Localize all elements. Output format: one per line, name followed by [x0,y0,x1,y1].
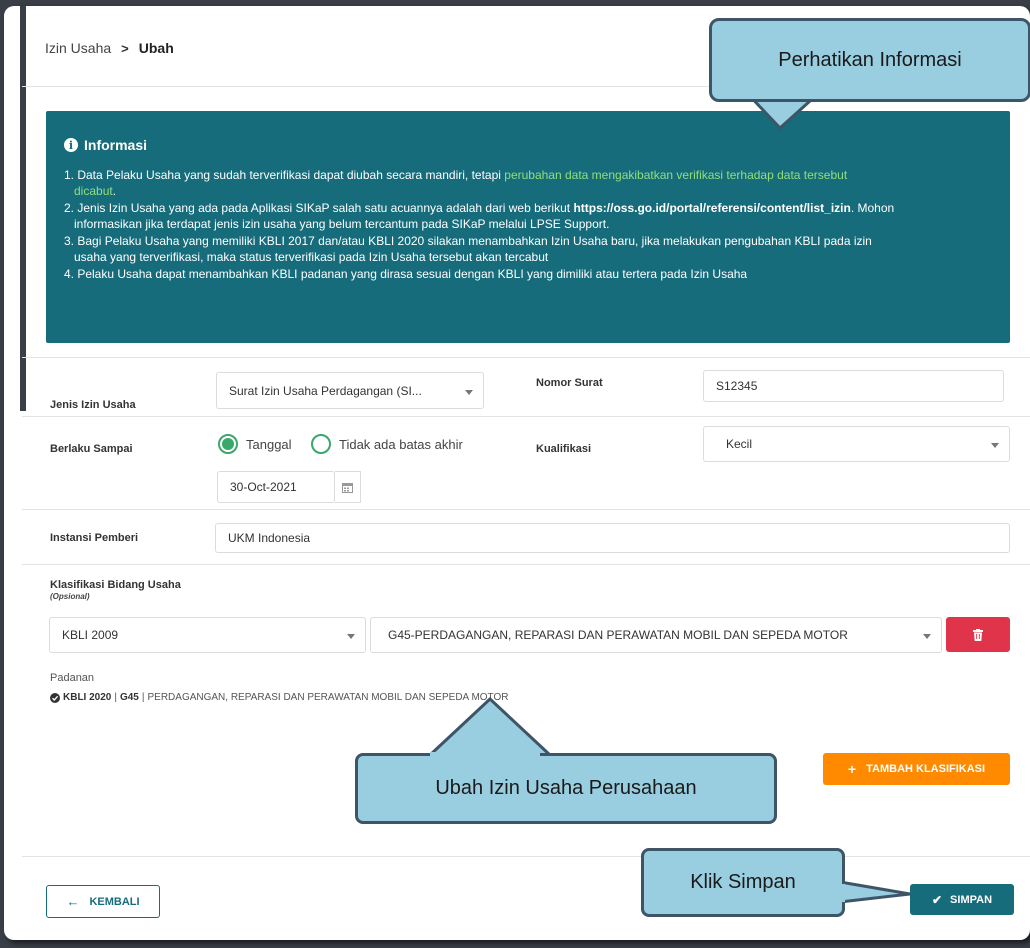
divider [22,416,1030,417]
klasifikasi-label: Klasifikasi Bidang Usaha [50,579,181,591]
radio-tanggal[interactable]: Tanggal [218,434,292,454]
info-title-text: Informasi [84,137,148,153]
instansi-input[interactable]: UKM Indonesia [215,523,1010,553]
breadcrumb-separator-icon: > [121,40,129,56]
callout-save-tail-cover [839,884,845,902]
check-circle-icon [50,692,60,703]
jenis-izin-select[interactable]: Surat Izin Usaha Perdagangan (SI... [216,372,484,409]
callout-klik-simpan: Klik Simpan [641,848,845,917]
info-item-4: 4. Pelaku Usaha dapat menambahkan KBLI p… [64,266,992,282]
kualifikasi-select[interactable]: Kecil [703,426,1010,462]
breadcrumb: Izin Usaha > Ubah [45,40,174,56]
kembali-label: KEMBALI [89,895,140,908]
chevron-down-icon [347,634,355,639]
nomor-surat-value: S12345 [716,379,758,393]
kbli-version-value: KBLI 2009 [62,628,119,642]
radio-tanggal-label: Tanggal [246,436,292,452]
kbli-code-select[interactable]: G45-PERDAGANGAN, REPARASI DAN PERAWATAN … [370,617,942,653]
info-item-1-end: . [112,184,117,198]
info-item-4-text: 4. Pelaku Usaha dapat menambahkan KBLI p… [64,267,748,281]
kualifikasi-label: Kualifikasi [536,443,592,455]
radio-tidak-ada-batas[interactable]: Tidak ada batas akhir [311,434,463,454]
callout-save-text: Klik Simpan [690,871,796,893]
kbli-code-value: G45-PERDAGANGAN, REPARASI DAN PERAWATAN … [388,628,848,642]
jenis-izin-label: Jenis Izin Usaha [50,399,136,411]
callout-perhatikan-informasi: Perhatikan Informasi [709,18,1030,102]
chevron-down-icon [923,634,931,639]
radio-unselected-icon [311,434,331,454]
trash-icon [973,628,983,641]
breadcrumb-current: Ubah [138,40,174,56]
padanan-label: Padanan [50,672,95,684]
instansi-label: Instansi Pemberi [50,532,139,544]
chevron-down-icon [465,390,473,395]
radio-selected-icon [218,434,238,454]
divider [22,564,1030,565]
info-item-2-text-c: informasikan jika terdapat jenis izin us… [74,217,610,231]
info-list: 1. Data Pelaku Usaha yang sudah terverif… [64,167,992,282]
callout-edit-tail [426,697,554,757]
kbli-version-select[interactable]: KBLI 2009 [49,617,366,653]
arrow-left-icon: ← [66,894,80,909]
tanggal-value: 30-Oct-2021 [230,480,297,494]
info-item-2-link[interactable]: https://oss.go.id/portal/referensi/conte… [573,201,850,215]
nomor-surat-input[interactable]: S12345 [703,370,1004,402]
simpan-button[interactable]: ✔ SIMPAN [910,884,1014,915]
callout-edit-tail-cover [430,752,540,758]
plus-icon: + [847,761,857,777]
klasifikasi-optional: (Opsional) [50,592,90,601]
info-item-1: 1. Data Pelaku Usaha yang sudah terverif… [64,167,992,199]
padanan-separator: | [114,692,117,703]
callout-edit-text: Ubah Izin Usaha Perusahaan [435,777,697,799]
divider [22,856,1030,857]
left-accent-bar [20,6,26,411]
info-item-3: 3. Bagi Pelaku Usaha yang memiliki KBLI … [64,233,992,265]
divider [22,357,1030,358]
info-box: i Informasi 1. Data Pelaku Usaha yang su… [46,111,1010,343]
callout-info-text: Perhatikan Informasi [778,48,962,71]
breadcrumb-parent[interactable]: Izin Usaha [45,40,111,56]
berlaku-label: Berlaku Sampai [50,443,133,455]
calendar-icon[interactable] [335,471,361,503]
info-icon: i [64,138,78,152]
jenis-izin-value: Surat Izin Usaha Perdagangan (SI... [229,383,422,398]
callout-save-tail [840,880,911,904]
chevron-down-icon [991,443,999,448]
nomor-surat-label: Nomor Surat [536,377,603,389]
padanan-version: KBLI 2020 [63,692,112,703]
info-item-3-text-b: usaha yang terverifikasi, maka status te… [74,250,549,264]
instansi-value: UKM Indonesia [228,531,311,545]
kualifikasi-value: Kecil [726,437,753,451]
divider [22,509,1030,510]
info-title: i Informasi [64,137,992,153]
callout-ubah-izin: Ubah Izin Usaha Perusahaan [355,753,777,824]
info-item-2-text: 2. Jenis Izin Usaha yang ada pada Aplika… [64,201,574,215]
info-item-2-text-b: . Mohon [850,201,895,215]
tambah-klasifikasi-button[interactable]: + TAMBAH KLASIFIKASI [823,753,1010,785]
delete-klasifikasi-button[interactable] [946,617,1010,652]
padanan-code: G45 [119,692,139,703]
info-item-1-highlight-2: dicabut [74,184,113,198]
tanggal-input[interactable]: 30-Oct-2021 [217,471,335,503]
check-icon: ✔ [931,892,943,907]
info-item-1-highlight: perubahan data mengakibatkan verifikasi … [504,168,848,182]
padanan-separator: | [141,692,145,703]
simpan-label: SIMPAN [950,893,993,906]
tambah-klasifikasi-label: TAMBAH KLASIFIKASI [866,763,986,775]
info-item-2: 2. Jenis Izin Usaha yang ada pada Aplika… [64,200,992,232]
info-item-1-text: 1. Data Pelaku Usaha yang sudah terverif… [64,168,505,182]
kembali-button[interactable]: ← KEMBALI [46,885,160,918]
info-item-3-text: 3. Bagi Pelaku Usaha yang memiliki KBLI … [64,234,872,248]
radio-tidak-label: Tidak ada batas akhir [339,436,463,452]
